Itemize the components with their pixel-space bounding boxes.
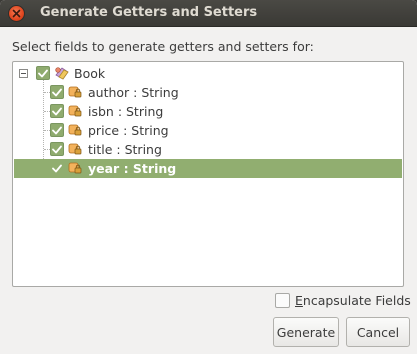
field-label: title : String bbox=[88, 142, 162, 157]
cancel-button[interactable]: Cancel bbox=[346, 317, 410, 347]
field-label: price : String bbox=[88, 123, 169, 138]
close-icon bbox=[12, 9, 21, 18]
tree-row-root[interactable]: Book bbox=[14, 64, 402, 83]
field-checkbox[interactable] bbox=[50, 161, 64, 175]
root-checkbox[interactable] bbox=[36, 66, 50, 80]
field-checkbox[interactable] bbox=[50, 85, 64, 99]
collapse-toggle[interactable] bbox=[19, 69, 28, 78]
field-label: author : String bbox=[88, 85, 179, 100]
checkmark-icon bbox=[38, 69, 48, 77]
fields-tree[interactable]: Book author : String isbn: String price… bbox=[12, 61, 404, 287]
checkmark-icon bbox=[52, 145, 62, 153]
checkmark-icon bbox=[52, 107, 62, 115]
checkmark-icon bbox=[52, 164, 62, 172]
instruction-label: Select fields to generate getters and se… bbox=[12, 39, 314, 54]
class-icon bbox=[55, 67, 69, 80]
field-label: isbn : String bbox=[88, 104, 164, 119]
field-label: year : String bbox=[88, 161, 177, 176]
tree-row-field[interactable]: isbn : String bbox=[14, 102, 402, 121]
private-field-icon bbox=[68, 86, 82, 98]
dialog-window: Generate Getters and Setters Select fiel… bbox=[0, 0, 417, 354]
private-field-icon bbox=[68, 105, 82, 117]
private-field-icon bbox=[68, 124, 82, 136]
field-checkbox[interactable] bbox=[50, 142, 64, 156]
checkmark-icon bbox=[52, 126, 62, 134]
generate-button[interactable]: Generate bbox=[273, 317, 339, 347]
field-checkbox[interactable] bbox=[50, 104, 64, 118]
tree-row-field[interactable]: title : String bbox=[14, 140, 402, 159]
close-button[interactable] bbox=[8, 5, 25, 22]
encapsulate-fields-label: Encapsulate Fields bbox=[295, 293, 411, 308]
tree-row-field[interactable]: author : String bbox=[14, 83, 402, 102]
tree-row-field[interactable]: price : String bbox=[14, 121, 402, 140]
checkmark-icon bbox=[52, 88, 62, 96]
root-label: Book bbox=[74, 66, 106, 81]
title-bar[interactable]: Generate Getters and Setters bbox=[0, 0, 417, 27]
private-field-icon bbox=[68, 143, 82, 155]
encapsulate-fields-checkbox[interactable] bbox=[275, 293, 290, 308]
tree-row-field-selected[interactable]: year : String bbox=[14, 159, 402, 178]
window-title: Generate Getters and Setters bbox=[40, 5, 258, 20]
private-field-icon bbox=[68, 162, 82, 174]
field-checkbox[interactable] bbox=[50, 123, 64, 137]
